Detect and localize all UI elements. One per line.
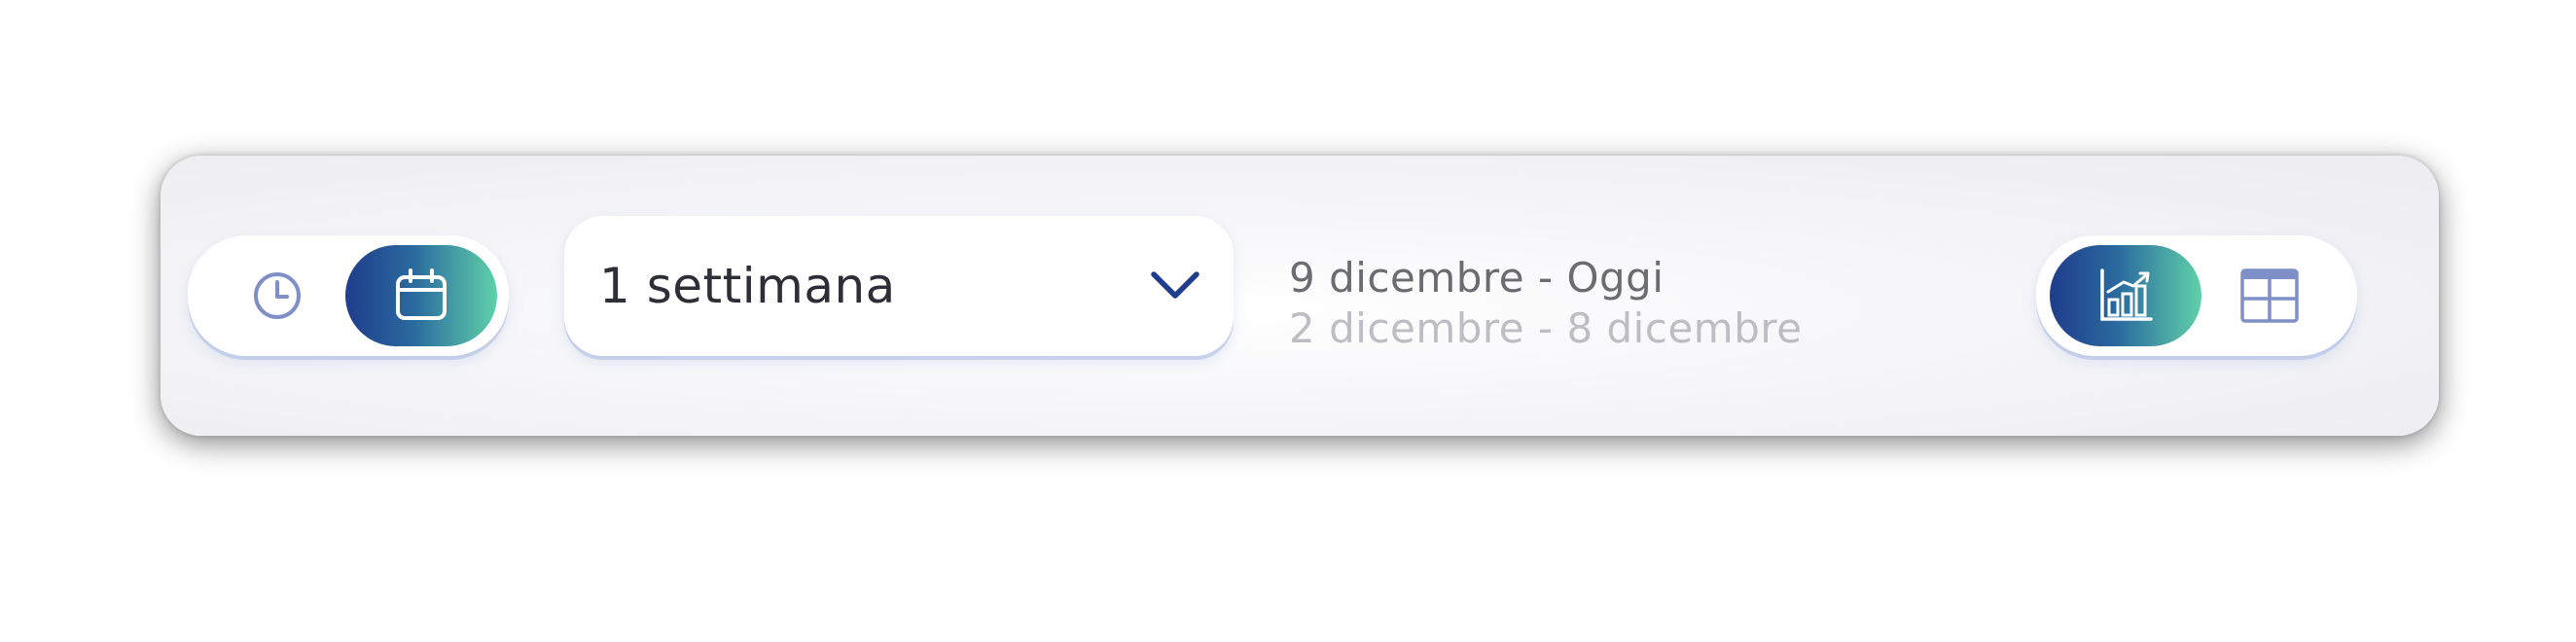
table-icon xyxy=(2240,268,2299,323)
current-date-range: 9 dicembre - Oggi xyxy=(1289,254,1664,302)
table-view-button[interactable] xyxy=(2194,245,2345,346)
date-range: 9 dicembre - Oggi 2 dicembre - 8 dicembr… xyxy=(1289,253,1803,354)
period-select[interactable]: 1 settimana xyxy=(564,216,1234,356)
calendar-icon xyxy=(396,268,447,320)
view-mode-toggle xyxy=(188,235,509,356)
display-mode-toggle xyxy=(2036,235,2357,356)
clock-icon xyxy=(254,272,301,319)
chart-view-button[interactable] xyxy=(2050,245,2201,346)
chart-icon xyxy=(2100,268,2153,321)
period-select-value: 1 settimana xyxy=(599,258,896,314)
previous-date-range: 2 dicembre - 8 dicembre xyxy=(1289,304,1803,352)
calendar-mode-button[interactable] xyxy=(345,245,497,346)
time-filter-toolbar: 1 settimana 9 dicembre - Oggi 2 dicembre… xyxy=(161,156,2439,436)
clock-mode-button[interactable] xyxy=(201,245,353,346)
chevron-down-icon xyxy=(1151,271,1199,299)
